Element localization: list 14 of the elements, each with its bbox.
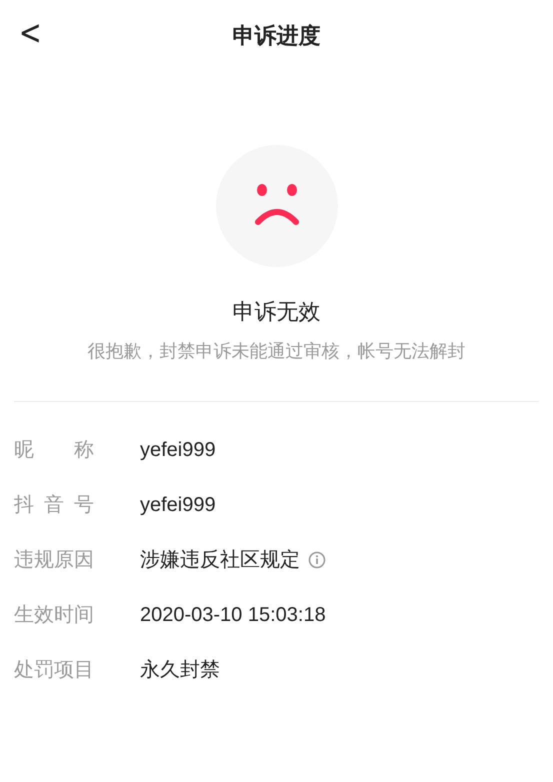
- detail-label: 生效时间: [14, 602, 94, 628]
- detail-value: 涉嫌违反社区规定: [140, 548, 300, 572]
- detail-value: yefei999: [140, 438, 216, 462]
- detail-label: 昵称: [14, 438, 94, 462]
- detail-value: yefei999: [140, 492, 216, 518]
- result-message: 很抱歉，封禁申诉未能通过审核，帐号无法解封: [88, 340, 466, 363]
- detail-value: 永久封禁: [140, 658, 220, 682]
- detail-label: 抖音号: [14, 492, 94, 518]
- back-button[interactable]: <: [14, 14, 46, 52]
- page-title: 申诉进度: [232, 22, 320, 50]
- result-title: 申诉无效: [232, 298, 320, 326]
- detail-value: 2020-03-10 15:03:18: [140, 602, 326, 628]
- detail-label: 违规原因: [14, 548, 94, 572]
- detail-label: 处罚项目: [14, 658, 94, 682]
